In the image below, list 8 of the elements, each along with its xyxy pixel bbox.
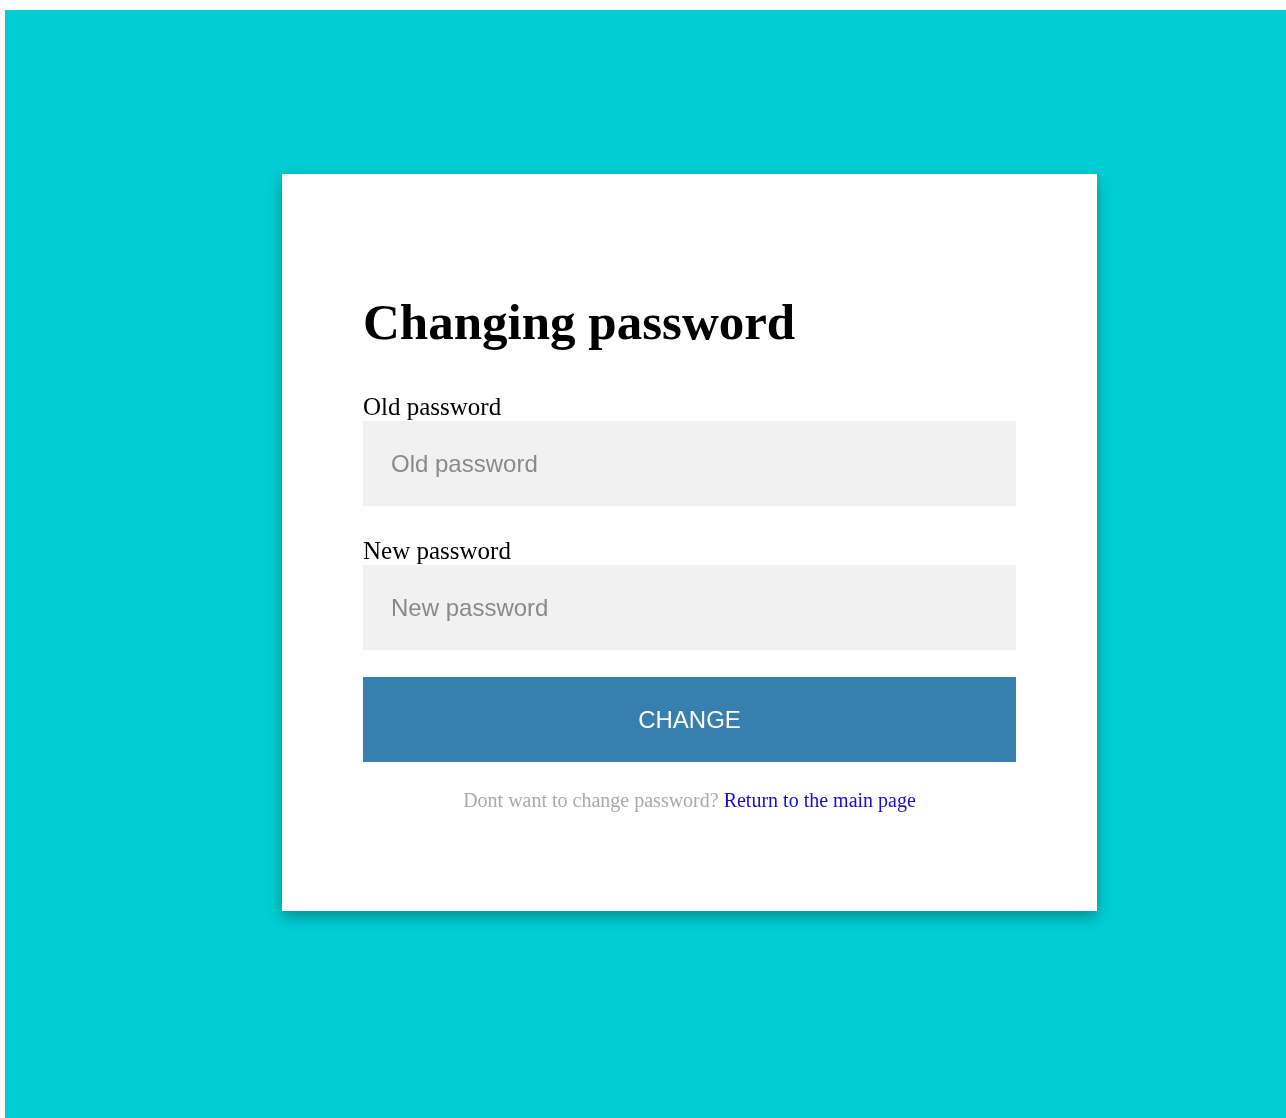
form-title: Changing password <box>363 293 797 352</box>
field-label: Old password <box>363 392 502 421</box>
field-label: New password <box>363 536 511 565</box>
change-button[interactable]: CHANGE <box>363 677 1016 762</box>
main-page-link[interactable]: Return to the main page <box>723 789 916 811</box>
footer-text: Dont want to change password? <box>463 789 719 811</box>
password-field[interactable]: Old password <box>363 421 1016 506</box>
password-field[interactable]: New password <box>363 565 1016 650</box>
